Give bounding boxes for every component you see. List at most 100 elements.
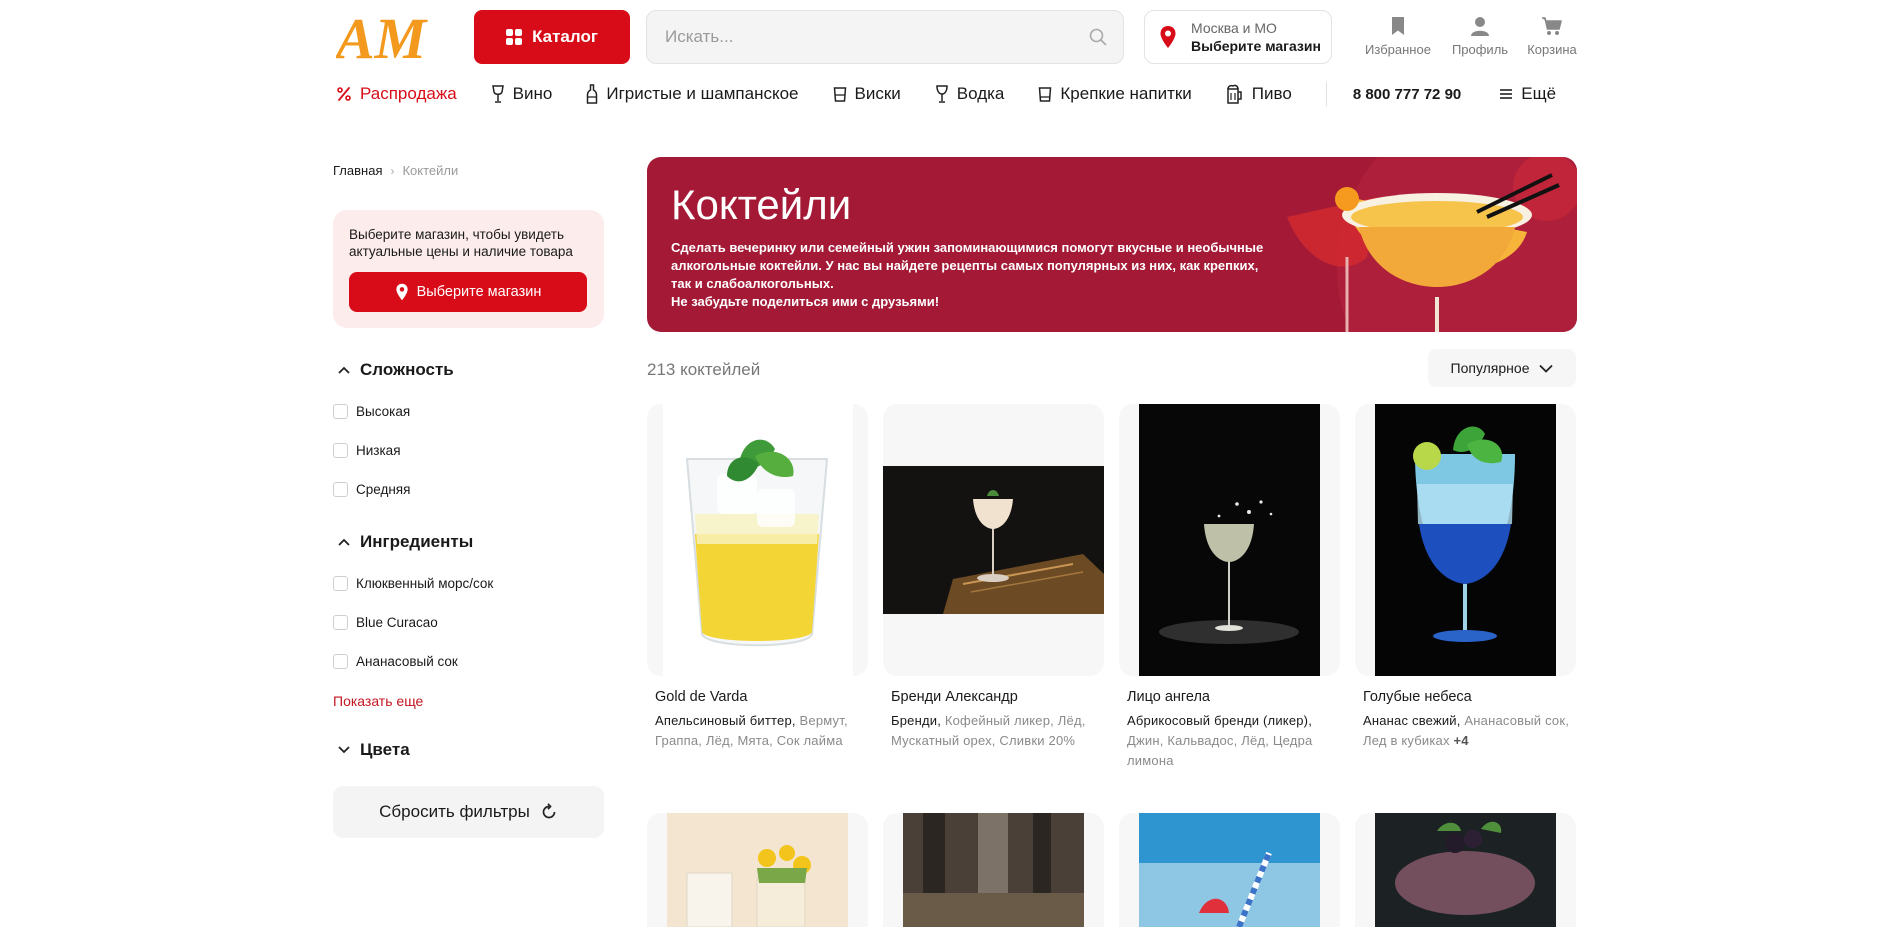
favorites-button[interactable]: Избранное: [1362, 16, 1434, 66]
choose-store-label: Выберите магазин: [416, 284, 542, 300]
whisky-glass-icon: [833, 87, 846, 102]
search-bar: [646, 10, 1124, 64]
checkbox[interactable]: [333, 615, 348, 630]
nav-item-strong-drinks[interactable]: Крепкие напитки: [1038, 84, 1192, 104]
cocktail-name: Gold de Varda: [655, 689, 748, 705]
cocktail-name: Лицо ангела: [1127, 689, 1210, 705]
cocktail-card[interactable]: Лицо ангела Абрикосовый бренди (ликер), …: [1119, 404, 1340, 774]
breadcrumb-current: Коктейли: [402, 163, 459, 178]
cocktail-ingredients: Апельсиновый биттер, Вермут, Граппа, Лёд…: [655, 711, 865, 751]
cocktail-ingredients: Бренди, Кофейный ликер, Лёд, Мускатный о…: [891, 711, 1101, 751]
nav-label: Крепкие напитки: [1060, 84, 1192, 103]
main-nav: Распродажа Вино Игристые и шампанское Ви…: [336, 82, 1576, 106]
cocktail-card[interactable]: [883, 813, 1104, 927]
filter-difficulty-toggle[interactable]: Сложность: [338, 360, 454, 380]
filter-option[interactable]: Клюквенный морс/сок: [333, 576, 493, 591]
cocktail-image: [647, 404, 868, 676]
checkbox[interactable]: [333, 404, 348, 419]
filter-option[interactable]: Blue Curacao: [333, 615, 438, 630]
cocktail-card[interactable]: Gold de Varda Апельсиновый биттер, Верму…: [647, 404, 868, 774]
filter-option-label: Blue Curacao: [356, 615, 438, 630]
nav-item-sale[interactable]: Распродажа: [336, 84, 457, 104]
cart-button[interactable]: Корзина: [1524, 16, 1580, 66]
cocktail-image: [1375, 813, 1556, 927]
main-ingredient: Ананас свежий,: [1363, 713, 1461, 728]
chevron-down-icon: [338, 746, 350, 754]
banner-title: Коктейли: [671, 181, 852, 228]
filter-option[interactable]: Низкая: [333, 443, 401, 458]
nav-label: Вино: [512, 84, 553, 103]
sort-dropdown[interactable]: Популярное: [1428, 349, 1576, 387]
filter-ingredients-toggle[interactable]: Ингредиенты: [338, 532, 473, 552]
banner-desc-line: Не забудьте поделиться ими с друзьями!: [671, 294, 940, 309]
cocktail-name: Голубые небеса: [1363, 689, 1472, 705]
nav-label: Водка: [956, 84, 1005, 103]
filter-option[interactable]: Средняя: [333, 482, 410, 497]
nav-item-beer[interactable]: Пиво: [1226, 84, 1292, 104]
filter-option[interactable]: Высокая: [333, 404, 410, 419]
nav-item-vodka[interactable]: Водка: [935, 84, 1005, 104]
search-input[interactable]: [647, 11, 1067, 63]
chevron-down-icon: [1539, 364, 1554, 373]
nav-more-button[interactable]: Ещё: [1499, 84, 1556, 104]
store-notice-text: Выберите магазин, чтобы увидеть актуальн…: [349, 227, 573, 259]
banner-description: Сделать вечеринку или семейный ужин запо…: [671, 239, 1281, 311]
nav-item-whisky[interactable]: Виски: [833, 84, 901, 104]
nav-item-wine[interactable]: Вино: [491, 84, 553, 104]
more-ingredients-count: +4: [1453, 733, 1469, 748]
beer-mug-icon: [1227, 84, 1242, 104]
filter-option-label: Низкая: [356, 443, 401, 458]
filter-title: Ингредиенты: [360, 532, 474, 551]
filter-colors-toggle[interactable]: Цвета: [338, 740, 410, 760]
chevron-right-icon: ›: [390, 163, 395, 178]
cocktail-image: [1119, 404, 1340, 676]
show-more-link[interactable]: Показать еще: [333, 693, 423, 709]
user-icon: [1471, 17, 1489, 36]
nav-item-sparkling[interactable]: Игристые и шампанское: [586, 84, 799, 104]
cart-label: Корзина: [1527, 42, 1577, 57]
store-choose: Выберите магазин: [1191, 38, 1321, 54]
tumbler-icon: [1039, 87, 1052, 102]
main-ingredient: Апельсиновый биттер,: [655, 713, 796, 728]
filter-title: Цвета: [360, 740, 410, 759]
checkbox[interactable]: [333, 443, 348, 458]
results-count: 213 коктейлей: [647, 360, 761, 379]
cocktail-card[interactable]: [647, 813, 868, 927]
search-icon[interactable]: [1089, 28, 1107, 46]
site-header: AM Каталог Москва и МО Выберите магазин …: [0, 0, 1903, 120]
cart-icon: [1542, 17, 1562, 35]
nav-more-label: Ещё: [1521, 84, 1557, 103]
favorites-label: Избранное: [1365, 42, 1431, 57]
bottle-icon: [587, 84, 598, 104]
refresh-icon: [542, 803, 556, 819]
choose-store-button[interactable]: Выберите магазин: [349, 272, 587, 312]
reset-filters-button[interactable]: Сбросить фильтры: [333, 786, 604, 838]
catalog-label: Каталог: [532, 27, 598, 46]
cocktail-ingredients: Абрикосовый бренди (ликер), Джин, Кальва…: [1127, 711, 1337, 771]
shot-glass-icon: [936, 85, 948, 103]
store-selector[interactable]: Москва и МО Выберите магазин: [1144, 10, 1332, 64]
logo[interactable]: AM: [333, 6, 456, 71]
filter-option-label: Высокая: [356, 404, 411, 419]
breadcrumb: Главная › Коктейли: [333, 163, 458, 178]
phone-number[interactable]: 8 800 777 72 90: [1353, 86, 1461, 103]
cocktail-name: Бренди Александр: [891, 689, 1018, 705]
profile-button[interactable]: Профиль: [1448, 16, 1512, 66]
menu-icon: [1500, 89, 1513, 99]
cocktail-card[interactable]: Голубые небеса Ананас свежий, Ананасовый…: [1355, 404, 1576, 774]
cocktail-image: [903, 813, 1084, 927]
cocktail-card[interactable]: Бренди Александр Бренди, Кофейный ликер,…: [883, 404, 1104, 774]
filter-option[interactable]: Ананасовый сок: [333, 654, 458, 669]
breadcrumb-home[interactable]: Главная: [333, 163, 382, 178]
catalog-button[interactable]: Каталог: [474, 10, 630, 64]
logo-text: AM: [336, 10, 429, 64]
checkbox[interactable]: [333, 482, 348, 497]
checkbox[interactable]: [333, 576, 348, 591]
checkbox[interactable]: [333, 654, 348, 669]
store-notice: Выберите магазин, чтобы увидеть актуальн…: [333, 210, 604, 328]
cocktail-card[interactable]: [1119, 813, 1340, 927]
location-pin-icon: [396, 283, 408, 301]
cocktail-image: [883, 404, 1104, 676]
wine-glass-icon: [491, 85, 504, 103]
cocktail-card[interactable]: [1355, 813, 1576, 927]
